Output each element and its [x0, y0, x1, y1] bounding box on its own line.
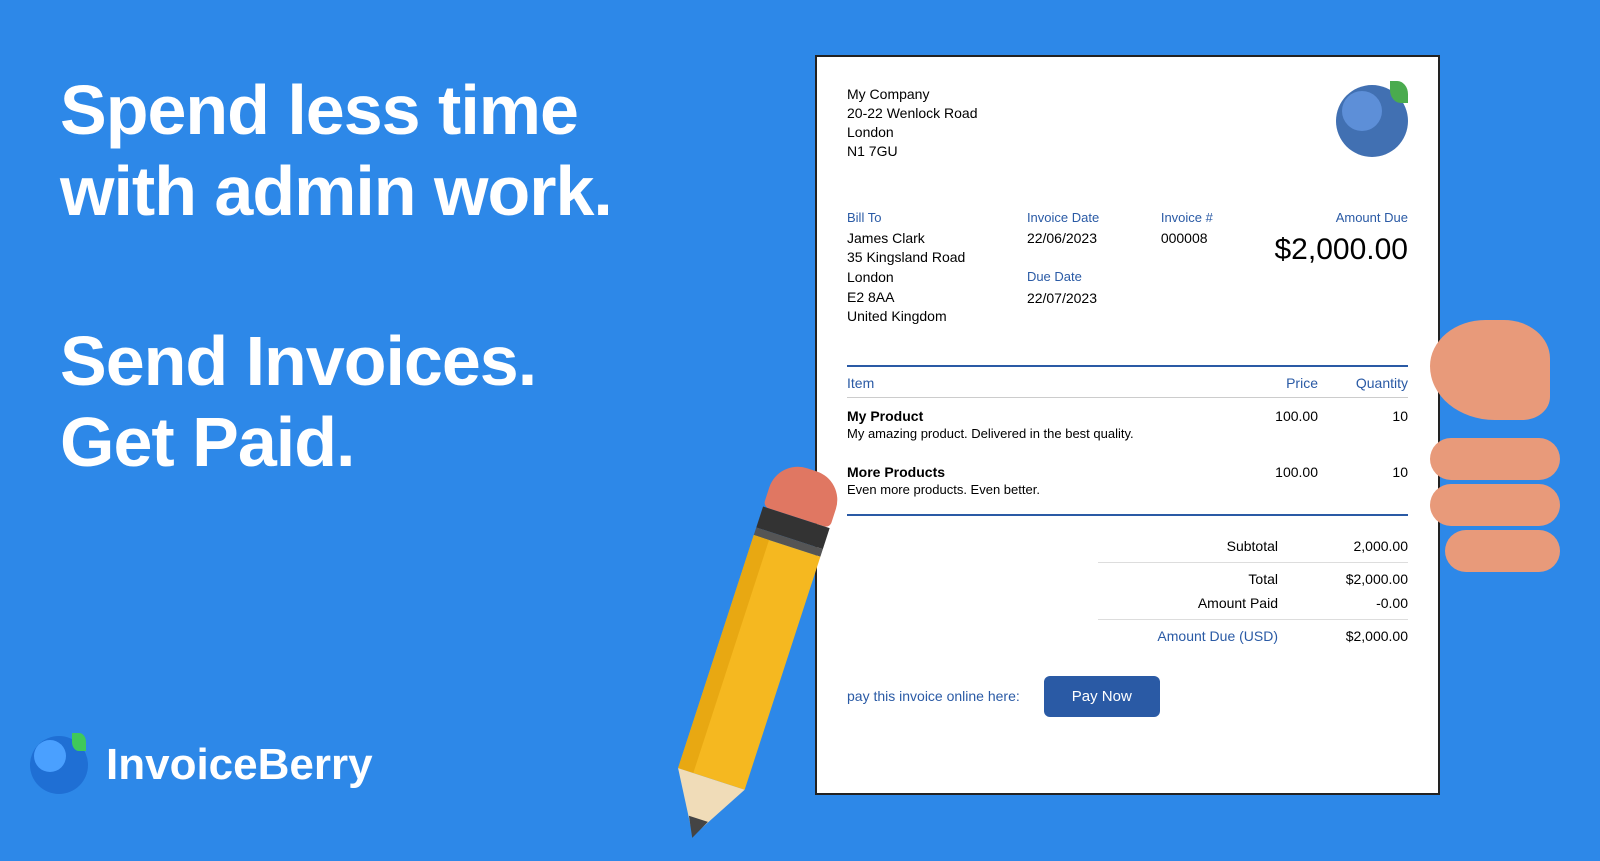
col-price-label: Price	[1228, 375, 1318, 391]
company-post: N1 7GU	[847, 142, 977, 161]
headline-line-1: Spend less time	[60, 70, 612, 151]
totals-block: Subtotal 2,000.00 Total $2,000.00 Amount…	[847, 534, 1408, 648]
company-address: My Company 20-22 Wenlock Road London N1 …	[847, 85, 977, 161]
due-date-label: Due Date	[1027, 268, 1099, 286]
company-city: London	[847, 123, 977, 142]
bill-to-label: Bill To	[847, 209, 965, 227]
hero-copy: Spend less time with admin work. Send In…	[60, 70, 612, 482]
invoiceberry-logo-icon	[30, 736, 88, 794]
company-addr: 20-22 Wenlock Road	[847, 104, 977, 123]
invoice-no-block: Invoice # 000008	[1161, 209, 1213, 327]
item-row: More Products 100.00 10 Even more produc…	[847, 453, 1408, 509]
item-name: My Product	[847, 408, 1228, 424]
headline-line-4: Get Paid.	[60, 402, 612, 483]
headline-line-2: with admin work.	[60, 151, 612, 232]
headline-line-3: Send Invoices.	[60, 321, 612, 402]
amount-due-value: $2,000.00	[1275, 229, 1408, 271]
col-item-label: Item	[847, 375, 1228, 391]
pay-online-text: pay this invoice online here:	[847, 688, 1020, 704]
bill-to-block: Bill To James Clark 35 Kingsland Road Lo…	[847, 209, 965, 327]
brand-block: InvoiceBerry	[30, 736, 373, 794]
item-price: 100.00	[1228, 464, 1318, 480]
item-desc: My amazing product. Delivered in the bes…	[847, 426, 1408, 441]
invoice-date-label: Invoice Date	[1027, 209, 1099, 227]
total-label: Total	[1118, 571, 1278, 587]
amount-due-block: Amount Due $2,000.00	[1275, 209, 1408, 327]
company-name: My Company	[847, 85, 977, 104]
bill-to-city: London	[847, 268, 965, 288]
hand-icon	[1370, 380, 1550, 610]
amount-due-usd-value: $2,000.00	[1278, 628, 1408, 644]
brand-name: InvoiceBerry	[106, 740, 373, 790]
dates-block: Invoice Date 22/06/2023 Due Date 22/07/2…	[1027, 209, 1099, 327]
subtotal-label: Subtotal	[1118, 538, 1278, 554]
item-name: More Products	[847, 464, 1228, 480]
item-desc: Even more products. Even better.	[847, 482, 1408, 497]
item-row: My Product 100.00 10 My amazing product.…	[847, 398, 1408, 453]
invoice-no-label: Invoice #	[1161, 209, 1213, 227]
due-date-value: 22/07/2023	[1027, 289, 1099, 309]
bill-to-post: E2 8AA	[847, 288, 965, 308]
invoice-date-value: 22/06/2023	[1027, 229, 1099, 249]
invoice-card: My Company 20-22 Wenlock Road London N1 …	[815, 55, 1440, 795]
amount-due-usd-label: Amount Due (USD)	[1118, 628, 1278, 644]
item-price: 100.00	[1228, 408, 1318, 424]
bill-to-addr: 35 Kingsland Road	[847, 248, 965, 268]
items-table: Item Price Quantity My Product 100.00 10…	[847, 365, 1408, 516]
invoice-logo-icon	[1336, 85, 1408, 157]
amount-paid-label: Amount Paid	[1118, 595, 1278, 611]
invoice-no-value: 000008	[1161, 229, 1213, 249]
bill-to-name: James Clark	[847, 229, 965, 249]
pay-now-button[interactable]: Pay Now	[1044, 676, 1160, 717]
amount-due-label: Amount Due	[1275, 209, 1408, 227]
bill-to-country: United Kingdom	[847, 307, 965, 327]
